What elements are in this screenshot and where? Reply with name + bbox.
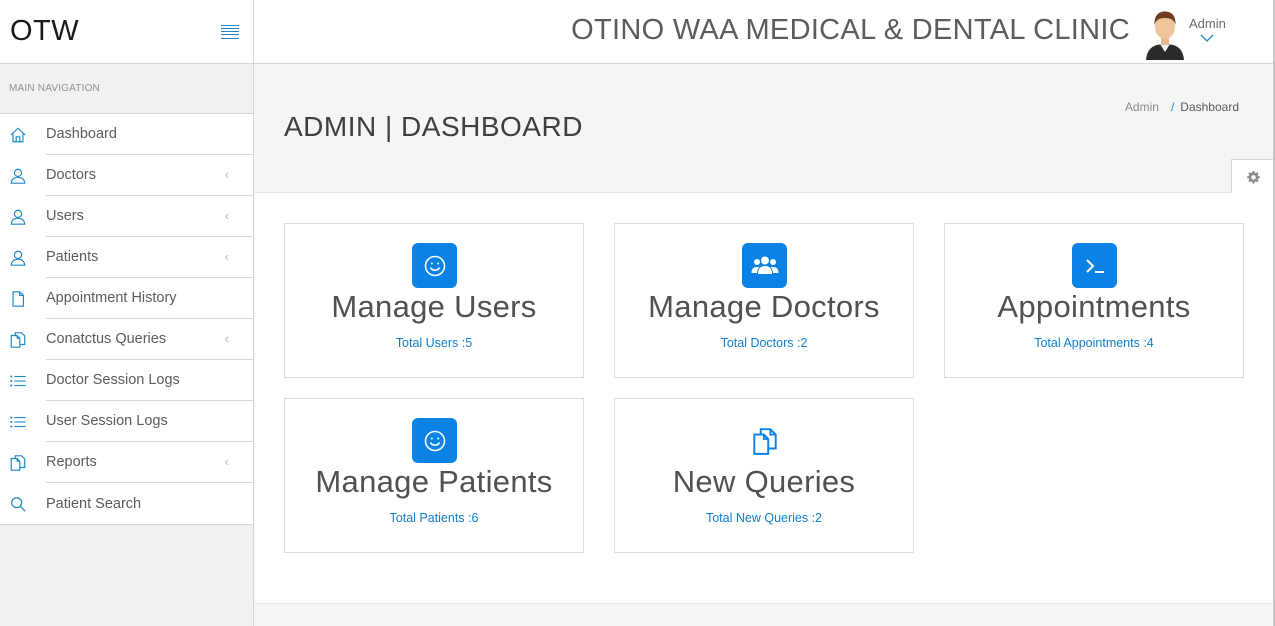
breadcrumb: Admin / Dashboard xyxy=(1125,100,1239,114)
sidebar-item-label: Patient Search xyxy=(46,495,142,512)
sidebar-item-label: Appointment History xyxy=(46,278,253,319)
smile-icon xyxy=(412,418,457,463)
top-bar: OTINO WAA MEDICAL & DENTAL CLINIC Admin xyxy=(254,0,1275,64)
card-title: Manage Doctors xyxy=(648,289,880,324)
sidebar-item-appointment-history[interactable]: Appointment History xyxy=(0,278,253,319)
sidebar-item-label: Doctors xyxy=(46,155,253,196)
total-doctors-link[interactable]: Total Doctors :2 xyxy=(615,336,913,350)
sidebar-item-user-session-logs[interactable]: User Session Logs xyxy=(0,401,253,442)
chevron-down-icon[interactable] xyxy=(1200,30,1214,42)
search-icon xyxy=(0,495,46,513)
appointments-card[interactable]: Appointments Total Appointments :4 xyxy=(944,223,1244,378)
manage-patients-card[interactable]: Manage Patients Total Patients :6 xyxy=(284,398,584,553)
sidebar-item-contactus-queries[interactable]: Conatctus Queries ‹ xyxy=(0,319,253,360)
chevron-left-icon: ‹ xyxy=(224,454,229,469)
footer-bar xyxy=(255,603,1273,626)
smile-icon xyxy=(412,243,457,288)
card-title: Manage Users xyxy=(331,289,537,324)
sidebar-item-patients[interactable]: Patients ‹ xyxy=(0,237,253,278)
chevron-left-icon: ‹ xyxy=(224,208,229,223)
clinic-name: OTINO WAA MEDICAL & DENTAL CLINIC xyxy=(571,14,1130,46)
sidebar-item-patient-search[interactable]: Patient Search xyxy=(0,483,253,524)
files-icon xyxy=(0,454,46,472)
avatar[interactable] xyxy=(1144,8,1186,60)
breadcrumb-current: Dashboard xyxy=(1180,100,1239,114)
brand-bar: OTW xyxy=(0,0,253,64)
breadcrumb-separator: / xyxy=(1170,100,1175,114)
home-icon xyxy=(0,126,46,144)
breadcrumb-root[interactable]: Admin xyxy=(1125,100,1159,114)
chevron-left-icon: ‹ xyxy=(224,249,229,264)
sidebar-item-label: Conatctus Queries xyxy=(46,319,253,360)
files-icon xyxy=(742,418,787,463)
main-navigation: Dashboard Doctors ‹ Users ‹ Patients ‹ A… xyxy=(0,114,253,525)
sidebar-item-label: User Session Logs xyxy=(46,401,253,442)
sidebar-item-label: Reports xyxy=(46,442,253,483)
sidebar-item-label: Patients xyxy=(46,237,253,278)
manage-users-card[interactable]: Manage Users Total Users :5 xyxy=(284,223,584,378)
user-menu-label[interactable]: Admin xyxy=(1189,16,1226,31)
files-icon xyxy=(0,331,46,349)
new-queries-card[interactable]: New Queries Total New Queries :2 xyxy=(614,398,914,553)
sidebar-item-doctors[interactable]: Doctors ‹ xyxy=(0,155,253,196)
sidebar: OTW MAIN NAVIGATION Dashboard Doctors ‹ … xyxy=(0,0,254,626)
total-new-queries-link[interactable]: Total New Queries :2 xyxy=(615,511,913,525)
page-header: ADMIN | DASHBOARD Admin / Dashboard xyxy=(255,65,1273,193)
sidebar-item-doctor-session-logs[interactable]: Doctor Session Logs xyxy=(0,360,253,401)
card-title: Manage Patients xyxy=(315,464,553,499)
hamburger-menu-icon[interactable] xyxy=(221,24,239,39)
user-icon xyxy=(0,208,46,226)
dashboard-content: Manage Users Total Users :5 Manage Docto… xyxy=(255,193,1273,603)
card-title: Appointments xyxy=(997,289,1191,324)
sidebar-item-label: Users xyxy=(46,196,253,237)
sidebar-item-users[interactable]: Users ‹ xyxy=(0,196,253,237)
gear-icon xyxy=(1247,171,1260,189)
list-icon xyxy=(0,372,46,390)
nav-section-title: MAIN NAVIGATION xyxy=(0,64,253,114)
manage-doctors-card[interactable]: Manage Doctors Total Doctors :2 xyxy=(614,223,914,378)
chevron-left-icon: ‹ xyxy=(224,331,229,346)
total-patients-link[interactable]: Total Patients :6 xyxy=(285,511,583,525)
total-appointments-link[interactable]: Total Appointments :4 xyxy=(945,336,1243,350)
users-group-icon xyxy=(742,243,787,288)
card-title: New Queries xyxy=(672,464,856,499)
user-icon xyxy=(0,249,46,267)
sidebar-item-label: Doctor Session Logs xyxy=(46,360,253,401)
user-icon xyxy=(0,167,46,185)
terminal-icon xyxy=(1072,243,1117,288)
brand-logo-text[interactable]: OTW xyxy=(10,15,79,48)
file-icon xyxy=(0,290,46,308)
sidebar-item-dashboard[interactable]: Dashboard xyxy=(0,114,253,155)
sidebar-item-reports[interactable]: Reports ‹ xyxy=(0,442,253,483)
list-icon xyxy=(0,413,46,431)
chevron-left-icon: ‹ xyxy=(224,167,229,182)
sidebar-item-label: Dashboard xyxy=(46,114,253,155)
page-title: ADMIN | DASHBOARD xyxy=(284,111,583,142)
total-users-link[interactable]: Total Users :5 xyxy=(285,336,583,350)
